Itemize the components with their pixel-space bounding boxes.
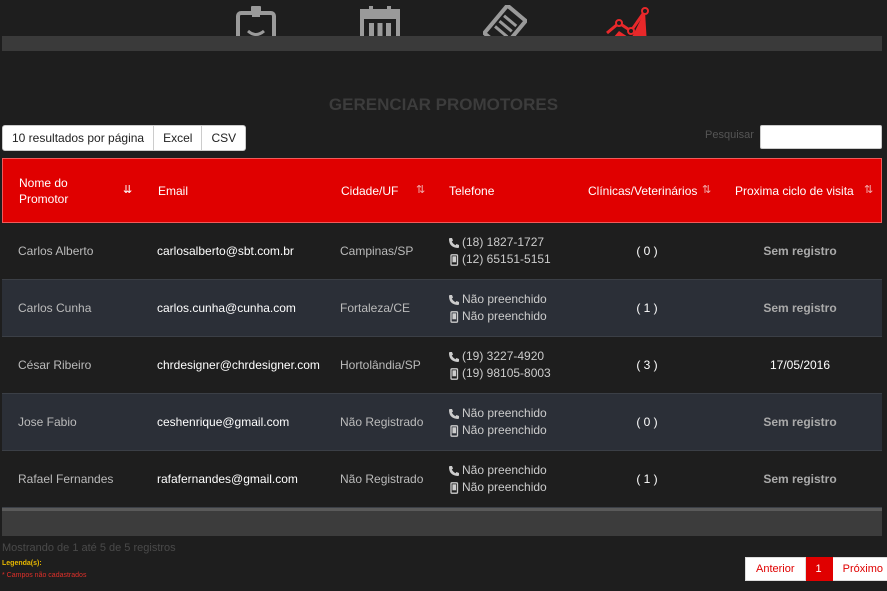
search-label: Pesquisar bbox=[705, 129, 754, 141]
promoter-city: Não Registrado bbox=[340, 414, 424, 429]
phone-icon bbox=[448, 294, 460, 306]
page-size-button[interactable]: 10 resultados por página bbox=[2, 125, 155, 151]
mobile-number: Não preenchido bbox=[462, 423, 547, 437]
promoter-name: Carlos Cunha bbox=[18, 300, 92, 315]
top-navigation bbox=[0, 0, 887, 52]
column-header-phone[interactable]: Telefone bbox=[449, 159, 494, 222]
page-number-button[interactable]: 1 bbox=[805, 557, 833, 581]
column-header-next-visit[interactable]: Proxima ciclo de visita bbox=[735, 159, 854, 222]
sort-icon[interactable]: ⇅ bbox=[702, 183, 711, 196]
nav-strip bbox=[2, 36, 882, 51]
column-header-label: Cidade/UF bbox=[341, 183, 399, 198]
column-header-label: Nome do Promotor bbox=[19, 175, 69, 206]
promoter-phones: (19) 3227-4920 (19) 98105-8003 bbox=[448, 337, 588, 393]
mobile-icon bbox=[448, 310, 460, 323]
legend-item: * Campos não cadastrados bbox=[2, 572, 87, 579]
sort-icon[interactable]: ⇅ bbox=[416, 183, 425, 196]
column-header-name[interactable]: Nome do Promotor bbox=[19, 159, 109, 222]
column-header-label: Email bbox=[158, 183, 189, 198]
previous-page-button[interactable]: Anterior bbox=[745, 557, 806, 581]
phone-number: Não preenchido bbox=[462, 463, 547, 477]
page-title: GERENCIAR PROMOTORES bbox=[328, 95, 559, 114]
clinics-count: ( 1 ) bbox=[636, 300, 658, 315]
mobile-number: Não preenchido bbox=[462, 480, 547, 494]
mobile-number: (12) 65151-5151 bbox=[462, 252, 551, 266]
clinics-count: ( 0 ) bbox=[636, 243, 658, 258]
phone-icon bbox=[448, 351, 460, 363]
column-header-clinics[interactable]: Clínicas/Veterinários bbox=[588, 159, 697, 222]
clinics-count: ( 0 ) bbox=[636, 414, 658, 429]
table-row[interactable]: César Ribeiro chrdesigner@chrdesigner.co… bbox=[2, 337, 882, 394]
table-info: Mostrando de 1 até 5 de 5 registros bbox=[2, 542, 176, 554]
promoter-email: ceshenrique@gmail.com bbox=[157, 414, 290, 429]
phone-number: Não preenchido bbox=[462, 406, 547, 420]
promoters-table: Nome do Promotor ⇊ Email Cidade/UF ⇅ Tel… bbox=[2, 158, 882, 536]
pagination: Anterior 1 Próximo bbox=[745, 557, 887, 581]
clinics-count: ( 1 ) bbox=[636, 471, 658, 486]
phone-number: Não preenchido bbox=[462, 292, 547, 306]
sort-icon[interactable]: ⇅ bbox=[864, 183, 873, 196]
clinics-count: ( 3 ) bbox=[636, 357, 658, 372]
sort-desc-icon[interactable]: ⇊ bbox=[123, 183, 132, 196]
promoter-email: chrdesigner@chrdesigner.com bbox=[157, 357, 320, 372]
table-footer bbox=[2, 508, 882, 536]
promoter-city: Fortaleza/CE bbox=[340, 300, 411, 315]
promoter-name: Jose Fabio bbox=[18, 414, 77, 429]
mobile-icon bbox=[448, 481, 460, 494]
next-visit: Sem registro bbox=[763, 414, 837, 429]
next-visit: Sem registro bbox=[763, 243, 837, 258]
promoter-email: carlos.cunha@cunha.com bbox=[157, 300, 296, 315]
promoter-name: César Ribeiro bbox=[18, 357, 92, 372]
phone-number: (18) 1827-1727 bbox=[462, 235, 545, 249]
column-header-email[interactable]: Email bbox=[158, 159, 188, 222]
search-input[interactable] bbox=[760, 125, 882, 149]
excel-export-button[interactable]: Excel bbox=[154, 125, 203, 151]
column-header-label: Telefone bbox=[449, 183, 495, 198]
mobile-number: Não preenchido bbox=[462, 309, 547, 323]
column-header-label: Proxima ciclo de visita bbox=[735, 183, 854, 198]
table-header: Nome do Promotor ⇊ Email Cidade/UF ⇅ Tel… bbox=[2, 158, 882, 223]
phone-icon bbox=[448, 408, 460, 420]
next-visit: Sem registro bbox=[763, 471, 837, 486]
promoter-email: rafafernandes@gmail.com bbox=[157, 471, 298, 486]
promoter-city: Não Registrado bbox=[340, 471, 424, 486]
phone-icon bbox=[448, 465, 460, 477]
promoter-phones: Não preenchido Não preenchido bbox=[448, 280, 588, 336]
promoter-name: Carlos Alberto bbox=[18, 243, 94, 258]
export-button-group: 10 resultados por página Excel CSV bbox=[2, 125, 247, 151]
phone-number: (19) 3227-4920 bbox=[462, 349, 545, 363]
promoter-city: Hortolândia/SP bbox=[340, 357, 421, 372]
legend-title: Legenda(s): bbox=[2, 560, 42, 567]
next-visit: 17/05/2016 bbox=[769, 357, 831, 372]
mobile-icon bbox=[448, 253, 460, 266]
column-header-city[interactable]: Cidade/UF bbox=[341, 159, 398, 222]
csv-export-button[interactable]: CSV bbox=[202, 125, 247, 151]
mobile-icon bbox=[448, 367, 460, 380]
column-header-label: Clínicas/Veterinários bbox=[588, 183, 698, 198]
table-body: Carlos Alberto carlosalberto@sbt.com.br … bbox=[2, 223, 882, 508]
table-row[interactable]: Carlos Cunha carlos.cunha@cunha.com Fort… bbox=[2, 280, 882, 337]
promoter-phones: Não preenchido Não preenchido bbox=[448, 451, 588, 507]
mobile-number: (19) 98105-8003 bbox=[462, 366, 551, 380]
phone-icon bbox=[448, 237, 460, 249]
table-row[interactable]: Carlos Alberto carlosalberto@sbt.com.br … bbox=[2, 223, 882, 280]
next-page-button[interactable]: Próximo bbox=[832, 557, 887, 581]
table-row[interactable]: Jose Fabio ceshenrique@gmail.com Não Reg… bbox=[2, 394, 882, 451]
promoter-name: Rafael Fernandes bbox=[18, 471, 114, 486]
next-visit: Sem registro bbox=[763, 300, 837, 315]
table-row[interactable]: Rafael Fernandes rafafernandes@gmail.com… bbox=[2, 451, 882, 508]
promoter-email: carlosalberto@sbt.com.br bbox=[157, 243, 294, 258]
promoter-phones: (18) 1827-1727 (12) 65151-5151 bbox=[448, 223, 588, 279]
promoter-phones: Não preenchido Não preenchido bbox=[448, 394, 588, 450]
promoter-city: Campinas/SP bbox=[340, 243, 414, 258]
mobile-icon bbox=[448, 424, 460, 437]
